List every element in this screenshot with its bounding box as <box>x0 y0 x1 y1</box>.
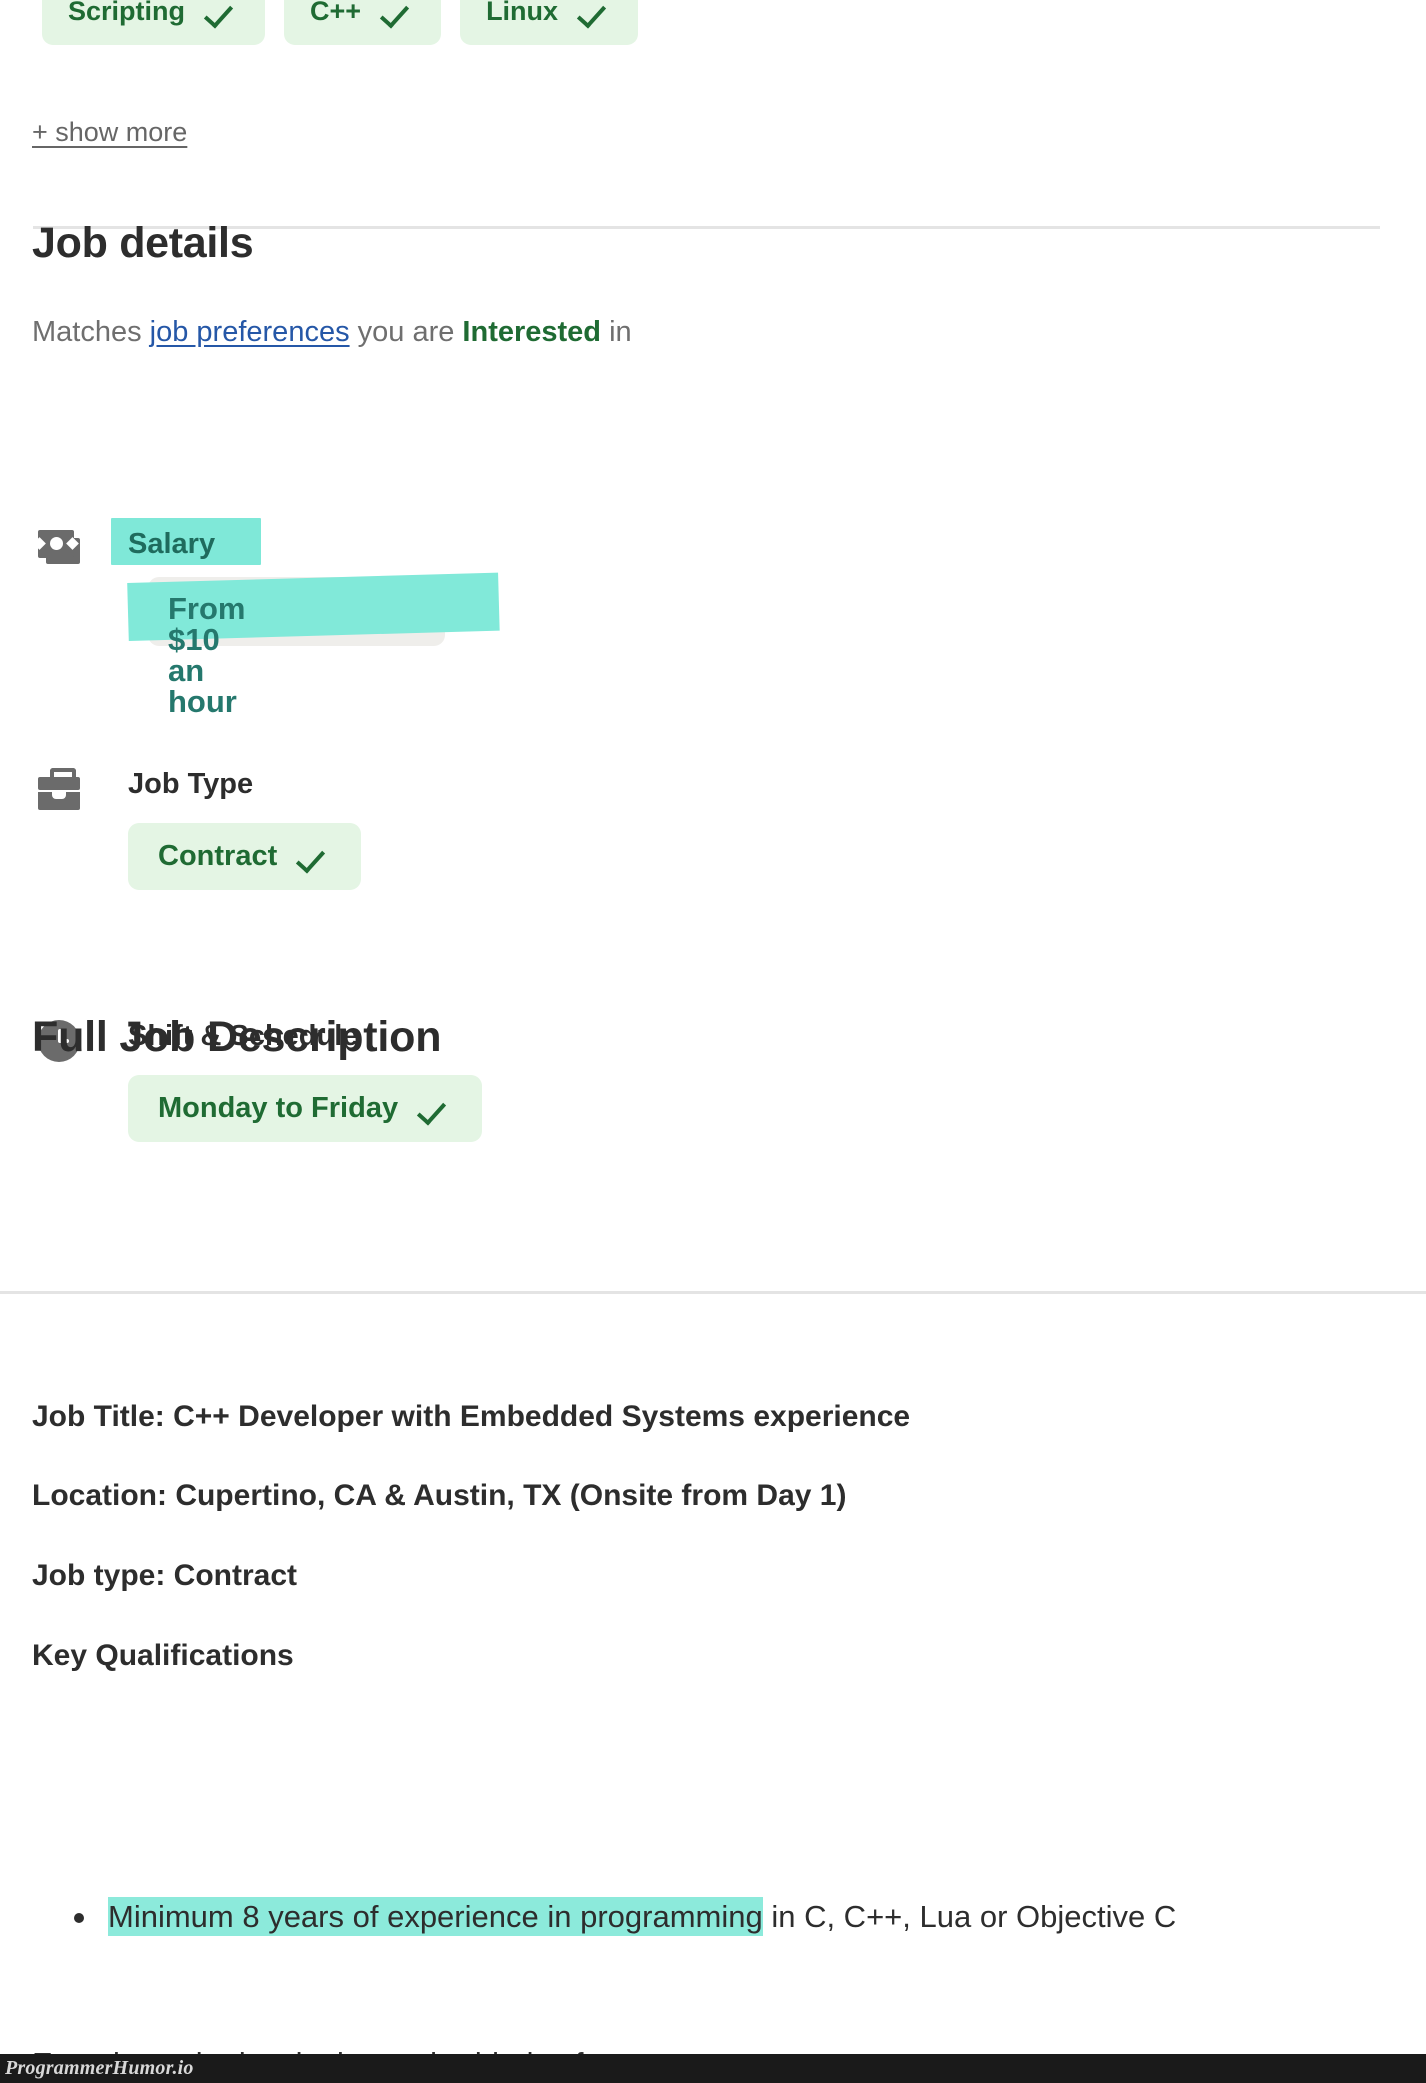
description-line-job-title: Job Title: C++ Developer with Embedded S… <box>32 1400 911 1433</box>
salary-value: From $10 an hour <box>168 591 246 719</box>
detail-body-job-type: Job Type Contract <box>128 768 362 890</box>
detail-body-salary: Salary From $10 an hour <box>111 518 500 719</box>
job-details-heading: Job details <box>32 219 254 267</box>
briefcase-icon <box>38 768 80 810</box>
key-qualifications-list: Minimum 8 years of experience in program… <box>32 1896 1426 1938</box>
matches-preferences-line: Matches job preferences you are Interest… <box>32 316 632 349</box>
skill-chip-scripting[interactable]: Scripting <box>42 0 266 45</box>
job-type-title: Job Type <box>128 768 254 800</box>
check-icon <box>580 0 612 24</box>
skill-chips-row: Scripting C++ Linux <box>42 0 639 45</box>
job-type-value: Contract <box>158 840 278 872</box>
check-icon <box>420 1097 452 1121</box>
detail-row-salary: Salary From $10 an hour <box>33 518 500 717</box>
description-line-key-qualifications: Key Qualifications <box>32 1639 294 1672</box>
detail-row-job-type: Job Type Contract <box>38 768 362 890</box>
job-preferences-link[interactable]: job preferences <box>150 316 350 348</box>
shift-schedule-value-pill[interactable]: Monday to Friday <box>128 1075 483 1142</box>
skill-chip-label: Linux <box>486 0 559 26</box>
salary-title-wrap: Salary <box>111 518 261 565</box>
skill-chip-linux[interactable]: Linux <box>460 0 639 45</box>
skill-chip-cpp[interactable]: C++ <box>284 0 442 45</box>
watermark-bar: ProgrammerHumor.io <box>0 2054 1426 2083</box>
watermark-label: ProgrammerHumor.io <box>5 2057 194 2079</box>
money-icon <box>33 528 80 570</box>
description-line-job-type: Job type: Contract <box>32 1559 298 1592</box>
matches-middle: you are <box>349 316 463 348</box>
section-divider-bottom <box>0 1291 1426 1294</box>
skill-chip-label: Scripting <box>68 0 186 26</box>
interested-emphasis: Interested <box>462 316 602 348</box>
bullet-highlighted-text: Minimum 8 years of experience in program… <box>108 1897 763 1936</box>
check-icon <box>299 845 331 869</box>
job-type-value-pill[interactable]: Contract <box>128 823 362 890</box>
list-item: Minimum 8 years of experience in program… <box>74 1896 1426 1938</box>
show-more-link[interactable]: + show more <box>32 117 187 148</box>
skill-chip-label: C++ <box>310 0 362 26</box>
full-job-description-heading: Full Job Description <box>32 1013 442 1061</box>
check-icon <box>207 0 239 24</box>
salary-title: Salary <box>128 528 216 560</box>
description-line-location: Location: Cupertino, CA & Austin, TX (On… <box>32 1479 847 1512</box>
job-posting-page: Scripting C++ Linux + show more Job deta… <box>0 0 1426 2083</box>
matches-prefix: Matches <box>32 316 150 348</box>
salary-value-wrap: From $10 an hour <box>127 572 500 719</box>
bullet-rest-text: in C, C++, Lua or Objective C <box>762 1899 1177 1934</box>
matches-suffix: in <box>601 316 632 348</box>
check-icon <box>383 0 415 24</box>
shift-schedule-value: Monday to Friday <box>158 1092 399 1124</box>
